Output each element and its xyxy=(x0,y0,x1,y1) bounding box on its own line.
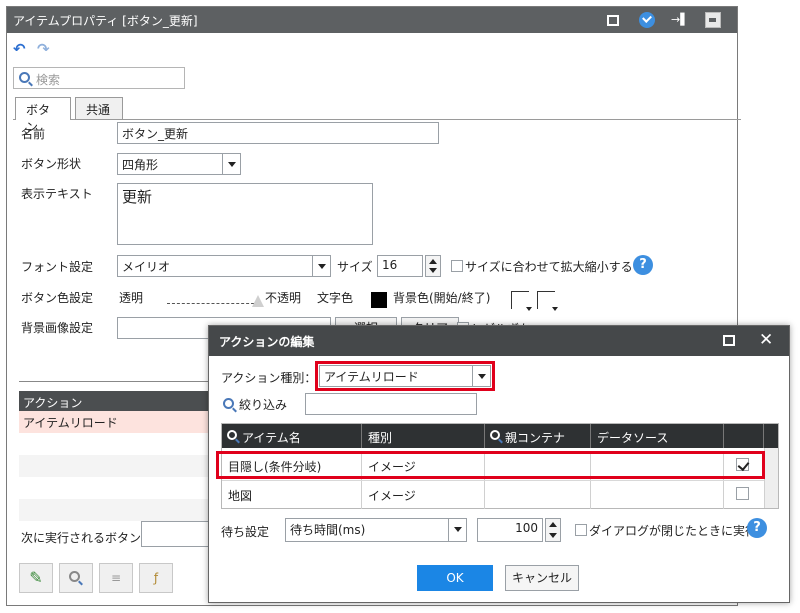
size-input[interactable]: 16 xyxy=(377,255,423,277)
check-icon[interactable] xyxy=(639,12,655,28)
help-icon[interactable]: ? xyxy=(747,518,767,538)
help-icon[interactable]: ? xyxy=(633,255,653,275)
action-list-item[interactable] xyxy=(19,477,219,499)
wait-value-stepper[interactable] xyxy=(545,518,561,542)
opacity-slider-track[interactable] xyxy=(167,303,259,304)
color-label: ボタン色設定 xyxy=(21,291,94,305)
filter-label: 絞り込み xyxy=(239,398,288,412)
display-text-label: 表示テキスト xyxy=(21,187,93,201)
wait-label: 待ち設定 xyxy=(221,525,270,539)
search-placeholder: 検索 xyxy=(36,73,61,87)
row-2-checkbox[interactable] xyxy=(736,487,749,500)
bg-color-label: 背景色(開始/終了) xyxy=(393,291,491,305)
action-list-item[interactable]: アイテムリロード xyxy=(19,411,219,433)
run-on-close-checkbox[interactable] xyxy=(575,524,587,536)
row-2-parent[interactable] xyxy=(485,481,591,509)
shape-dropdown[interactable]: 四角形 xyxy=(117,153,241,175)
bg-image-label: 背景画像設定 xyxy=(21,321,94,335)
pin-icon[interactable]: →▌ xyxy=(671,12,689,28)
column-header-type[interactable]: 種別 xyxy=(362,424,485,448)
maximize-icon[interactable] xyxy=(607,15,619,26)
opacity-slider-thumb[interactable] xyxy=(252,295,264,307)
font-dropdown[interactable]: メイリオ xyxy=(117,255,331,277)
search-icon xyxy=(490,430,500,440)
wait-mode-value: 待ち時間(ms) xyxy=(290,523,366,537)
exit-icon[interactable] xyxy=(705,12,721,28)
pencil-icon[interactable]: ✎ xyxy=(19,563,53,593)
column-header-scroll xyxy=(764,424,778,448)
font-label: フォント設定 xyxy=(21,260,94,274)
maximize-icon[interactable] xyxy=(723,335,735,346)
dialog-titlebar: アクションの編集 ✕ xyxy=(209,326,789,356)
property-title: アイテムプロパティ [ボタン_更新] xyxy=(13,14,198,28)
row-2-name[interactable]: 地図 xyxy=(222,481,362,509)
redo-icon[interactable]: ↷ xyxy=(37,41,55,57)
action-list-item[interactable] xyxy=(19,433,219,455)
column-header-item-name[interactable]: アイテム名 xyxy=(222,424,362,448)
shape-label: ボタン形状 xyxy=(21,157,82,171)
highlight-row-1 xyxy=(216,451,765,479)
database-icon[interactable]: ≡ xyxy=(99,563,133,593)
opaque-label: 不透明 xyxy=(265,291,302,305)
shape-value: 四角形 xyxy=(122,158,159,172)
bg-color-start-picker[interactable] xyxy=(511,291,532,311)
close-icon[interactable]: ✕ xyxy=(759,330,773,350)
tab-button[interactable]: ボタン xyxy=(15,97,71,134)
cancel-button[interactable]: キャンセル xyxy=(505,565,579,591)
bg-color-end-picker[interactable] xyxy=(537,291,558,311)
undo-icon[interactable]: ↶ xyxy=(13,41,31,57)
divider xyxy=(19,381,219,382)
run-on-close-label: ダイアログが閉じたときに実行 xyxy=(589,524,758,538)
search-icon xyxy=(223,398,234,409)
size-label: サイズ xyxy=(337,260,373,274)
autoscale-label: サイズに合わせて拡大縮小する xyxy=(465,260,633,274)
dialog-title: アクションの編集 xyxy=(219,335,315,349)
display-text-area[interactable]: 更新 xyxy=(117,183,373,245)
search-icon xyxy=(227,430,237,440)
tab-common[interactable]: 共通 xyxy=(75,97,123,119)
bottom-toolbar: ✎ ≡ ƒ xyxy=(19,563,219,593)
action-type-label: アクション種別： xyxy=(221,371,317,385)
column-header-parent[interactable]: 親コンテナ xyxy=(485,424,591,448)
action-list-item[interactable] xyxy=(19,455,219,477)
search-icon[interactable] xyxy=(59,563,93,593)
size-stepper[interactable] xyxy=(425,255,441,277)
wait-mode-dropdown[interactable]: 待ち時間(ms) xyxy=(285,518,467,542)
property-titlebar: アイテムプロパティ [ボタン_更新] →▌ xyxy=(7,7,737,33)
property-search-input[interactable]: 検索 xyxy=(13,67,185,89)
chevron-down-icon xyxy=(448,519,466,541)
transparent-label: 透明 xyxy=(119,291,144,305)
filter-input[interactable] xyxy=(305,393,477,415)
column-header-check xyxy=(724,424,764,448)
search-icon xyxy=(19,72,30,83)
name-input[interactable]: ボタン_更新 xyxy=(117,122,439,144)
highlight-action-type xyxy=(315,361,495,391)
action-list-item[interactable] xyxy=(19,499,219,521)
function-icon[interactable]: ƒ xyxy=(139,563,173,593)
grid-scrollbar[interactable] xyxy=(764,448,778,508)
action-list-header: アクション xyxy=(19,391,219,411)
action-edit-dialog: アクションの編集 ✕ アクション種別： アイテムリロード 絞り込み アイテム名 … xyxy=(208,325,790,603)
ok-button[interactable]: OK xyxy=(417,565,493,591)
row-2-type[interactable]: イメージ xyxy=(362,481,485,509)
wait-value-input[interactable]: 100 xyxy=(477,518,543,542)
column-header-data-source[interactable]: データソース xyxy=(591,424,724,448)
text-color-swatch[interactable] xyxy=(371,292,387,308)
autoscale-checkbox[interactable] xyxy=(451,260,463,272)
chevron-down-icon xyxy=(312,256,330,276)
row-2-source[interactable] xyxy=(591,481,724,509)
chevron-down-icon xyxy=(222,154,240,174)
font-value: メイリオ xyxy=(122,260,171,274)
text-color-label: 文字色 xyxy=(317,291,354,305)
next-button-label: 次に実行されるボタン xyxy=(21,531,142,545)
